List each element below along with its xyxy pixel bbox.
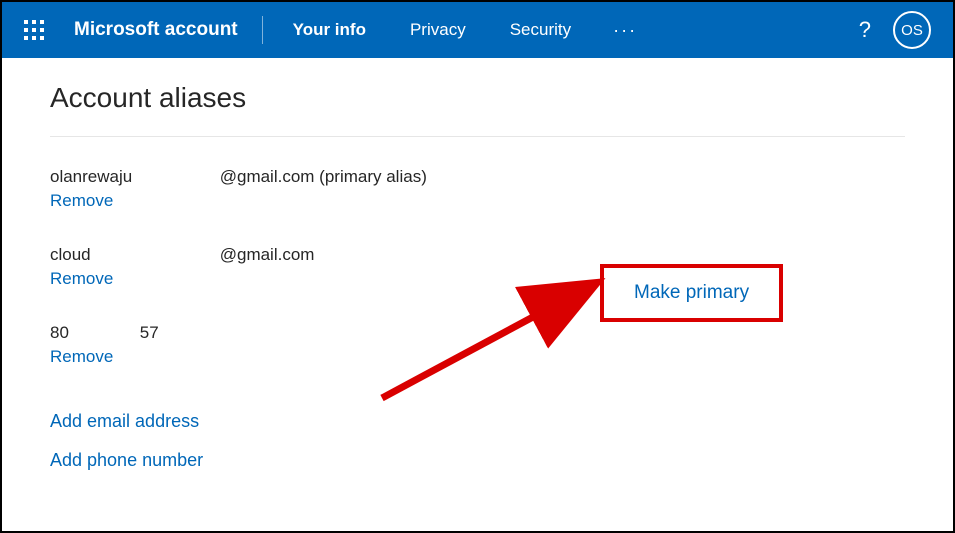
help-icon[interactable]: ? (859, 17, 871, 43)
brand-link[interactable]: Microsoft account (74, 19, 238, 41)
remove-link[interactable]: Remove (50, 269, 113, 289)
alias-name: cloud (50, 245, 215, 265)
add-email-link[interactable]: Add email address (50, 411, 905, 432)
nav-security[interactable]: Security (488, 2, 593, 58)
page-title: Account aliases (50, 82, 905, 137)
nav-bar: Your info Privacy Security ··· (271, 2, 657, 58)
alias-name: olanrewaju (50, 167, 215, 187)
remove-link[interactable]: Remove (50, 347, 113, 367)
main-content: Account aliases olanrewaju @gmail.com (p… (2, 58, 953, 513)
avatar[interactable]: OS (893, 11, 931, 49)
alias-row: olanrewaju @gmail.com (primary alias) Re… (50, 167, 905, 211)
nav-privacy[interactable]: Privacy (388, 2, 488, 58)
annotation-highlight-box: Make primary (600, 264, 783, 322)
alias-domain: @gmail.com (primary alias) (220, 167, 427, 187)
alias-row: 80 57 Remove (50, 323, 905, 367)
make-primary-link[interactable]: Make primary (634, 282, 749, 303)
alias-domain: @gmail.com (220, 245, 315, 265)
app-launcher-icon[interactable] (14, 10, 54, 50)
nav-divider (262, 16, 263, 44)
nav-more-icon[interactable]: ··· (593, 20, 657, 41)
remove-link[interactable]: Remove (50, 191, 113, 211)
global-header: Microsoft account Your info Privacy Secu… (2, 2, 953, 58)
nav-your-info[interactable]: Your info (271, 2, 388, 58)
alias-number-part: 57 (140, 323, 159, 342)
alias-number-part: 80 (50, 323, 135, 343)
add-phone-link[interactable]: Add phone number (50, 450, 905, 471)
